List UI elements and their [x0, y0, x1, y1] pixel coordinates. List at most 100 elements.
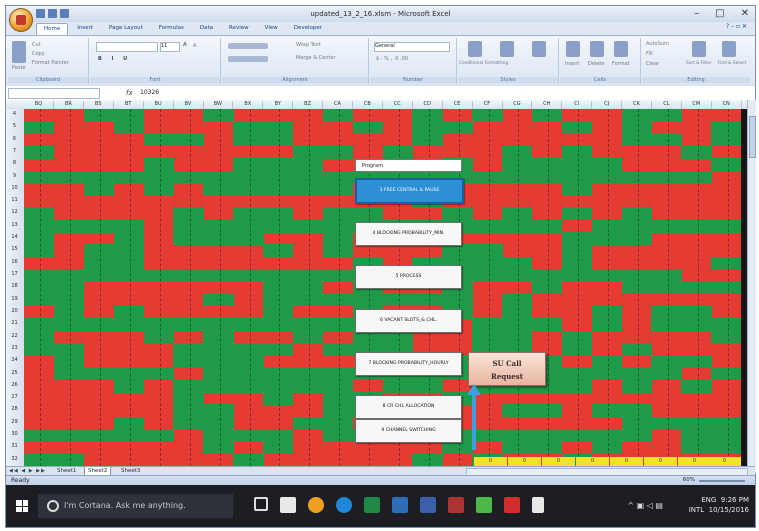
word-icon[interactable]: [392, 497, 408, 513]
green-cell[interactable]: [203, 293, 234, 307]
green-cell[interactable]: [591, 318, 622, 332]
green-cell[interactable]: [322, 109, 354, 122]
value-cell[interactable]: 0: [576, 457, 609, 466]
green-cell[interactable]: [591, 355, 622, 368]
format-as-table-icon[interactable]: [500, 41, 514, 57]
row-header-24[interactable]: 24: [6, 357, 23, 363]
green-cell[interactable]: [233, 355, 264, 368]
green-cell[interactable]: [143, 367, 174, 381]
green-cell[interactable]: [412, 379, 443, 393]
green-cell[interactable]: [502, 219, 533, 233]
green-cell[interactable]: [292, 170, 324, 184]
green-cell[interactable]: [561, 158, 593, 172]
windows-start-icon[interactable]: [16, 500, 28, 512]
green-cell[interactable]: [263, 379, 294, 393]
green-cell[interactable]: [203, 429, 234, 442]
green-cell[interactable]: [143, 269, 174, 282]
tab-formulas[interactable]: Formulas: [152, 23, 191, 35]
green-cell[interactable]: [173, 355, 204, 368]
green-cell[interactable]: [502, 207, 533, 221]
green-cell[interactable]: [711, 441, 741, 455]
green-cell[interactable]: [591, 232, 622, 245]
row-header-10[interactable]: 10: [6, 185, 23, 191]
green-cell[interactable]: [203, 441, 234, 455]
green-cell[interactable]: [263, 305, 294, 319]
green-cell[interactable]: [621, 342, 652, 356]
green-cell[interactable]: [322, 219, 354, 233]
green-cell[interactable]: [113, 379, 144, 393]
row-header-19[interactable]: 19: [6, 296, 23, 302]
green-cell[interactable]: [561, 182, 593, 196]
value-cell[interactable]: 0: [508, 457, 541, 466]
program-button-7[interactable]: 7 BLOCKING PROBABILITY_HOURLY: [355, 352, 462, 376]
green-cell[interactable]: [442, 121, 473, 135]
green-cell[interactable]: [442, 441, 473, 455]
green-cell[interactable]: [322, 379, 354, 393]
green-cell[interactable]: [233, 121, 264, 135]
green-cell[interactable]: [472, 170, 503, 184]
tab-view[interactable]: View: [258, 23, 285, 35]
column-header-bu[interactable]: BU: [144, 101, 174, 109]
green-cell[interactable]: [412, 133, 443, 147]
green-cell[interactable]: [621, 219, 652, 233]
row-header-25[interactable]: 25: [6, 370, 23, 376]
green-cell[interactable]: [711, 121, 741, 135]
green-cell[interactable]: [113, 367, 144, 381]
delete-cells-icon[interactable]: [590, 41, 604, 57]
green-cell[interactable]: [591, 158, 622, 172]
row-header-8[interactable]: 8: [6, 160, 23, 166]
column-header-cn[interactable]: CN: [712, 101, 742, 109]
office-button[interactable]: [9, 8, 33, 32]
green-cell[interactable]: [382, 379, 413, 393]
green-cell[interactable]: [113, 232, 144, 245]
green-cell[interactable]: [292, 416, 324, 430]
green-cell[interactable]: [651, 170, 682, 184]
row-header-30[interactable]: 30: [6, 431, 23, 437]
column-header-bq[interactable]: BQ: [24, 101, 54, 109]
value-cell[interactable]: 0: [708, 457, 741, 466]
green-cell[interactable]: [651, 281, 682, 295]
column-header-cc[interactable]: CC: [383, 101, 413, 109]
green-cell[interactable]: [173, 170, 204, 184]
green-cell[interactable]: [173, 219, 204, 233]
green-cell[interactable]: [322, 404, 354, 418]
green-cell[interactable]: [143, 330, 174, 344]
green-cell[interactable]: [83, 219, 115, 233]
green-cell[interactable]: [681, 416, 712, 430]
column-header-ce[interactable]: CE: [443, 101, 473, 109]
green-cell[interactable]: [322, 342, 354, 356]
green-cell[interactable]: [233, 429, 264, 442]
green-cell[interactable]: [233, 207, 264, 221]
green-cell[interactable]: [113, 121, 144, 135]
green-cell[interactable]: [322, 318, 354, 332]
column-header-ci[interactable]: CI: [562, 101, 593, 109]
column-header-bs[interactable]: BS: [84, 101, 114, 109]
green-cell[interactable]: [53, 305, 85, 319]
row-header-27[interactable]: 27: [6, 394, 23, 400]
tab-developer[interactable]: Developer: [287, 23, 329, 35]
green-cell[interactable]: [53, 342, 85, 356]
green-cell[interactable]: [621, 281, 652, 295]
green-cell[interactable]: [263, 207, 294, 221]
green-cell[interactable]: [472, 330, 503, 344]
checkmark-icon[interactable]: [476, 497, 492, 513]
green-cell[interactable]: [502, 269, 533, 282]
green-cell[interactable]: [53, 429, 85, 442]
column-header-ck[interactable]: CK: [622, 101, 652, 109]
green-cell[interactable]: [591, 367, 622, 381]
green-cell[interactable]: [502, 441, 533, 455]
clear-button[interactable]: Clear: [646, 61, 659, 67]
green-cell[interactable]: [472, 429, 503, 442]
green-cell[interactable]: [292, 330, 324, 344]
green-cell[interactable]: [173, 232, 204, 245]
green-cell[interactable]: [24, 207, 55, 221]
green-cell[interactable]: [621, 232, 652, 245]
green-cell[interactable]: [173, 207, 204, 221]
program-button-3[interactable]: 3 FREE CENTRAL & PAUSE: [355, 178, 464, 204]
paste-icon[interactable]: [12, 41, 26, 63]
green-cell[interactable]: [203, 219, 234, 233]
green-cell[interactable]: [24, 342, 55, 356]
green-cell[interactable]: [83, 244, 115, 258]
row-header-16[interactable]: 16: [6, 259, 23, 265]
green-cell[interactable]: [113, 416, 144, 430]
